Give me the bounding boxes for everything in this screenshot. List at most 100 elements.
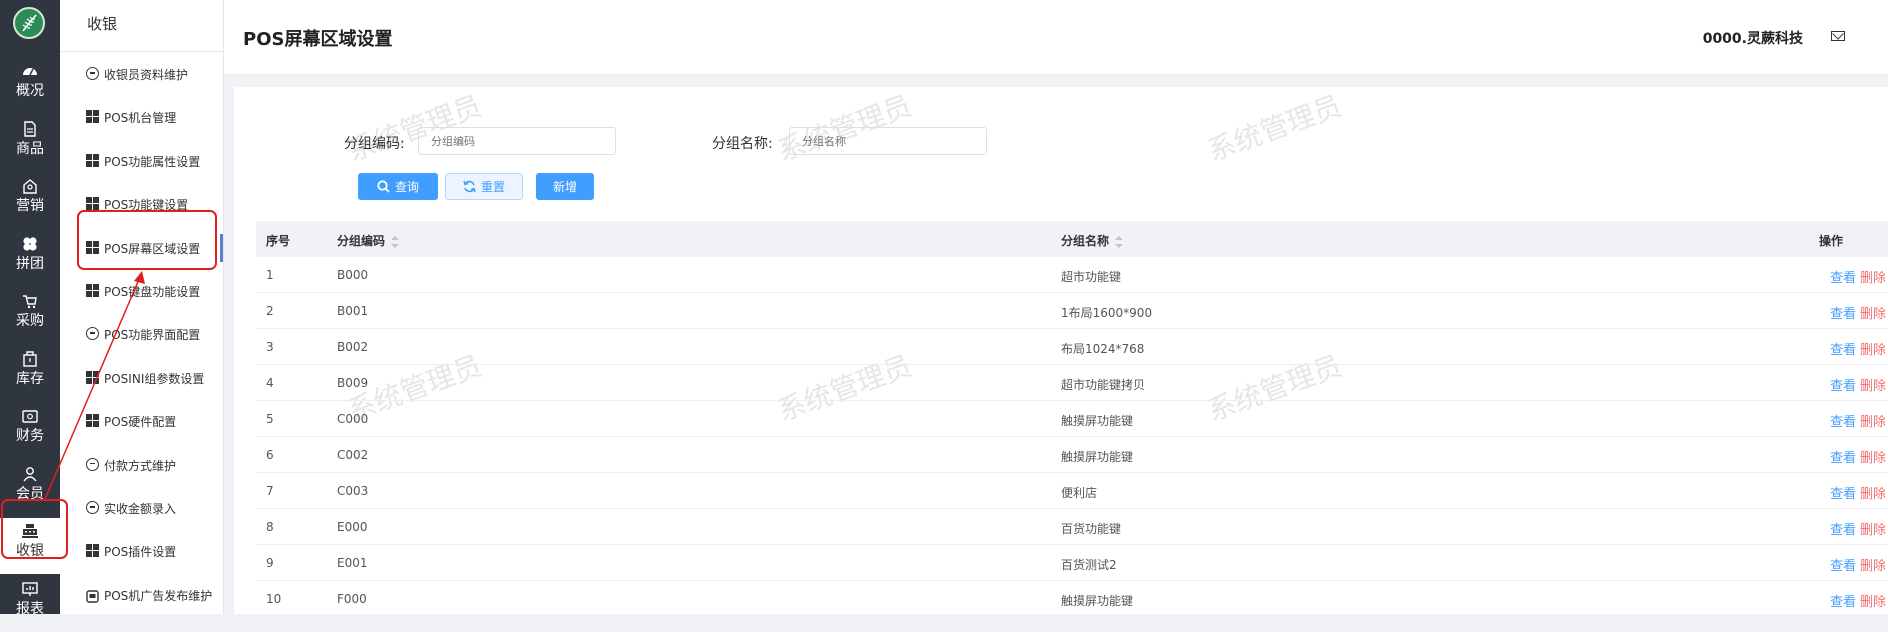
view-link[interactable]: 查看 (1830, 415, 1856, 430)
delete-link[interactable]: 删除 (1860, 487, 1886, 502)
subnav-item-3[interactable]: POS功能键设置 (60, 184, 223, 224)
cell-actions: 查看 删除 (1830, 267, 1886, 286)
subnav-item-label: POS机台管理 (104, 111, 177, 126)
cell-code: B009 (337, 376, 369, 390)
cell-code: F000 (337, 592, 367, 606)
query-button[interactable]: 查询 (358, 173, 438, 200)
delete-link[interactable]: 删除 (1860, 451, 1886, 466)
cell-actions: 查看 删除 (1830, 591, 1886, 610)
cell-actions: 查看 删除 (1830, 483, 1886, 502)
cell-name: 百货功能键 (1061, 522, 1122, 536)
sort-icon[interactable] (391, 235, 400, 248)
table-row: 4 B009 超市功能键拷贝 查看 删除 (256, 365, 1888, 401)
col-header-name-label: 分组名称 (1061, 234, 1110, 248)
rail-item-7[interactable]: 会员 (0, 461, 60, 517)
col-header-code[interactable]: 分组编码 (337, 232, 400, 249)
table-row: 9 E001 百货测试2 查看 删除 (256, 545, 1888, 581)
query-button-label: 查询 (394, 180, 419, 194)
subnav-item-7[interactable]: POSINI组参数设置 (60, 358, 223, 398)
rail-item-label: 概况 (16, 83, 44, 99)
subnav-item-9[interactable]: 付款方式维护 (60, 445, 223, 485)
report-icon (0, 580, 60, 598)
view-link[interactable]: 查看 (1830, 451, 1856, 466)
cell-no: 3 (266, 340, 274, 354)
cell-code: E000 (337, 520, 368, 534)
rail-item-label: 报表 (16, 600, 44, 617)
rail-item-0[interactable]: 概况 (0, 58, 60, 114)
cell-actions: 查看 删除 (1830, 555, 1886, 574)
subnav-item-label: 付款方式维护 (104, 458, 177, 473)
chat-icon (86, 67, 99, 80)
rail-item-1[interactable]: 商品 (0, 116, 60, 172)
rail-item-5[interactable]: 库存 (0, 346, 60, 402)
app-logo (13, 7, 45, 39)
view-link[interactable]: 查看 (1830, 307, 1856, 322)
subnav-item-11[interactable]: POS插件设置 (60, 531, 223, 571)
content-card: 系统管理员 系统管理员 系统管理员 系统管理员 系统管理员 系统管理员 分组编码… (234, 87, 1888, 617)
delete-link[interactable]: 删除 (1860, 307, 1886, 322)
subnav-item-4[interactable]: POS屏幕区域设置 (60, 228, 223, 268)
subnav-item-0[interactable]: 收银员资料维护 (60, 54, 223, 94)
table-row: 7 C003 便利店 查看 删除 (256, 473, 1888, 509)
delete-link[interactable]: 删除 (1860, 523, 1886, 538)
view-link[interactable]: 查看 (1830, 379, 1856, 394)
col-header-name[interactable]: 分组名称 (1061, 232, 1124, 249)
table-row: 5 C000 触摸屏功能键 查看 删除 (256, 401, 1888, 437)
mail-icon[interactable] (1831, 31, 1845, 41)
table-row: 10 F000 触摸屏功能键 查看 删除 (256, 581, 1888, 617)
sort-icon[interactable] (1115, 235, 1124, 248)
group-code-input[interactable] (418, 127, 616, 155)
clover-icon (0, 235, 60, 253)
rail-item-6[interactable]: 财务 (0, 403, 60, 459)
subnav-item-5[interactable]: POS键盘功能设置 (60, 271, 223, 311)
rail-item-3[interactable]: 拼团 (0, 231, 60, 287)
view-link[interactable]: 查看 (1830, 595, 1856, 610)
reset-button-label: 重置 (480, 180, 505, 194)
subnav-item-6[interactable]: POS功能界面配置 (60, 314, 223, 354)
delete-link[interactable]: 删除 (1860, 595, 1886, 610)
rail-item-label: 营销 (16, 198, 44, 214)
delete-link[interactable]: 删除 (1860, 415, 1886, 430)
cell-name: 便利店 (1061, 486, 1098, 500)
subnav-item-1[interactable]: POS机台管理 (60, 97, 223, 137)
cell-code: E001 (337, 556, 368, 570)
col-header-code-label: 分组编码 (337, 234, 386, 248)
cell-no: 2 (266, 304, 274, 318)
rail-item-2[interactable]: 营销 (0, 173, 60, 229)
subnav-item-8[interactable]: POS硬件配置 (60, 401, 223, 441)
cell-no: 6 (266, 448, 274, 462)
view-link[interactable]: 查看 (1830, 271, 1856, 286)
subnav-item-10[interactable]: 实收金额录入 (60, 488, 223, 528)
delete-link[interactable]: 删除 (1860, 559, 1886, 574)
subnav-item-2[interactable]: POS功能属性设置 (60, 141, 223, 181)
group-name-input[interactable] (789, 127, 987, 155)
cell-actions: 查看 删除 (1830, 303, 1886, 322)
delete-link[interactable]: 删除 (1860, 271, 1886, 286)
subnav-item-12[interactable]: POS机广告发布维护 (60, 575, 223, 615)
view-link[interactable]: 查看 (1830, 523, 1856, 538)
org-name[interactable]: 0000.灵蕨科技 (1703, 28, 1803, 48)
rail-item-4[interactable]: 采购 (0, 288, 60, 344)
cell-code: C003 (337, 484, 369, 498)
cash-register-icon (0, 522, 60, 540)
add-button[interactable]: 新增 (536, 173, 594, 200)
page-header: POS屏幕区域设置 0000.灵蕨科技 (224, 0, 1888, 74)
delete-link[interactable]: 删除 (1860, 343, 1886, 358)
rail-item-8[interactable]: 收银 (0, 518, 60, 574)
delete-link[interactable]: 删除 (1860, 379, 1886, 394)
grid-icon (86, 284, 99, 297)
rail-item-label: 财务 (16, 428, 44, 444)
grid-icon (86, 544, 99, 558)
page-title: POS屏幕区域设置 (243, 29, 393, 50)
chat-icon (86, 457, 99, 471)
reset-button[interactable]: 重置 (445, 173, 523, 200)
search-icon (377, 180, 390, 193)
ad-icon (86, 588, 99, 603)
view-link[interactable]: 查看 (1830, 559, 1856, 574)
rail-item-label: 采购 (16, 313, 44, 329)
sub-navigation: 收银 收银员资料维护 POS机台管理 POS功能属性设置 POS功能键设置 POS屏幕区… (60, 0, 224, 614)
view-link[interactable]: 查看 (1830, 343, 1856, 358)
rail-item-9[interactable]: 报表 (0, 576, 60, 632)
view-link[interactable]: 查看 (1830, 487, 1856, 502)
cell-code: C002 (337, 448, 369, 462)
